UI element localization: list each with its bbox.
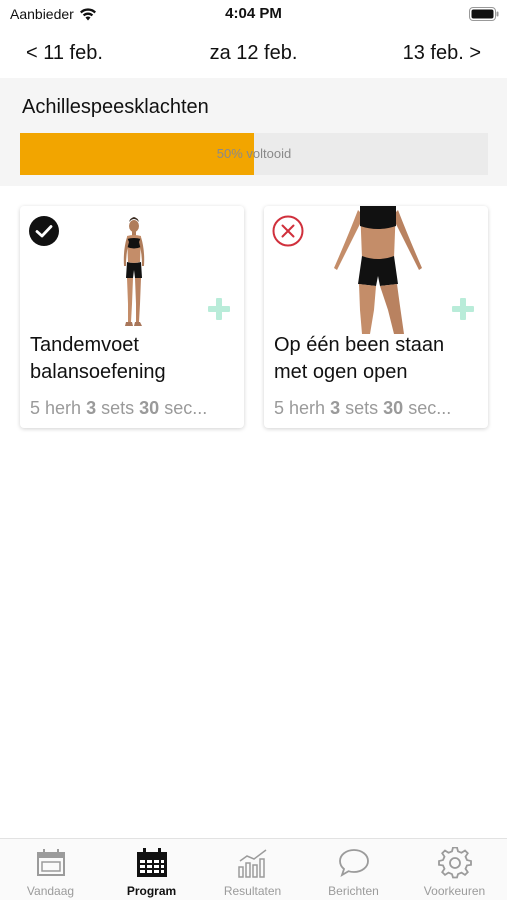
progress-label: 50% voltooid [216, 146, 292, 161]
date-nav: < 11 feb. za 12 feb. 13 feb. > [0, 36, 507, 70]
tab-berichten[interactable]: Berichten [303, 839, 404, 901]
exercise-meta: 5 herh 3 sets 30 sec... [274, 398, 480, 419]
status-bar: Aanbieder 4:04 PM [0, 0, 507, 28]
reps-value: 5 [30, 398, 41, 418]
battery-icon [469, 7, 499, 21]
sets-value: 3 [330, 398, 341, 418]
current-date-label[interactable]: za 12 feb. [210, 42, 298, 64]
program-header: Achillespeesklachten 50% voltooid [0, 78, 507, 186]
exercise-illustration [123, 217, 145, 326]
exercise-title: Op één been staan met ogen open [274, 334, 445, 383]
chart-icon [238, 849, 267, 878]
program-title: Achillespeesklachten [22, 96, 209, 118]
sets-unit: sets [345, 398, 379, 418]
next-day-button[interactable]: 13 feb. > [403, 42, 481, 65]
exercise-meta: 5 herh 3 sets 30 sec... [30, 398, 236, 419]
tab-vandaag[interactable]: Vandaag [0, 839, 101, 901]
tab-label: Program [126, 884, 177, 898]
clock: 4:04 PM [225, 5, 282, 22]
exercise-illustration [334, 206, 422, 334]
tab-program[interactable]: Program [101, 839, 202, 901]
tab-resultaten[interactable]: Resultaten [202, 839, 303, 901]
sets-unit: sets [101, 398, 135, 418]
tab-bar: Vandaag Program Resultaten Berichten Voo… [0, 838, 507, 900]
x-circle-icon [272, 215, 304, 247]
calendar-icon [37, 849, 65, 876]
program-calendar-icon [137, 848, 167, 877]
check-circle-icon [29, 216, 59, 246]
time-value: 30 [139, 398, 160, 418]
exercise-list: Tandemvoet balansoefening 5 herh 3 sets … [20, 206, 488, 430]
tab-voorkeuren[interactable]: Voorkeuren [404, 839, 505, 901]
exercise-card[interactable]: Op één been staan met ogen open 5 herh 3… [264, 206, 488, 428]
reps-value: 5 [274, 398, 285, 418]
time-unit: sec... [408, 398, 452, 418]
time-value: 30 [383, 398, 404, 418]
progress-bar: 50% voltooid [20, 133, 488, 175]
add-icon[interactable] [208, 298, 230, 320]
reps-unit: herh [45, 398, 82, 418]
exercise-title: Tandemvoet balansoefening [30, 334, 166, 383]
time-unit: sec... [164, 398, 208, 418]
reps-unit: herh [289, 398, 326, 418]
tab-label: Vandaag [26, 884, 75, 898]
sets-value: 3 [86, 398, 97, 418]
tab-label: Resultaten [223, 884, 282, 898]
exercise-card[interactable]: Tandemvoet balansoefening 5 herh 3 sets … [20, 206, 244, 428]
gear-icon [438, 847, 472, 879]
tab-label: Berichten [328, 884, 379, 898]
add-icon[interactable] [452, 298, 474, 320]
tab-label: Voorkeuren [423, 884, 486, 898]
previous-day-button[interactable]: < 11 feb. [26, 42, 103, 65]
chat-bubble-icon [339, 849, 369, 877]
